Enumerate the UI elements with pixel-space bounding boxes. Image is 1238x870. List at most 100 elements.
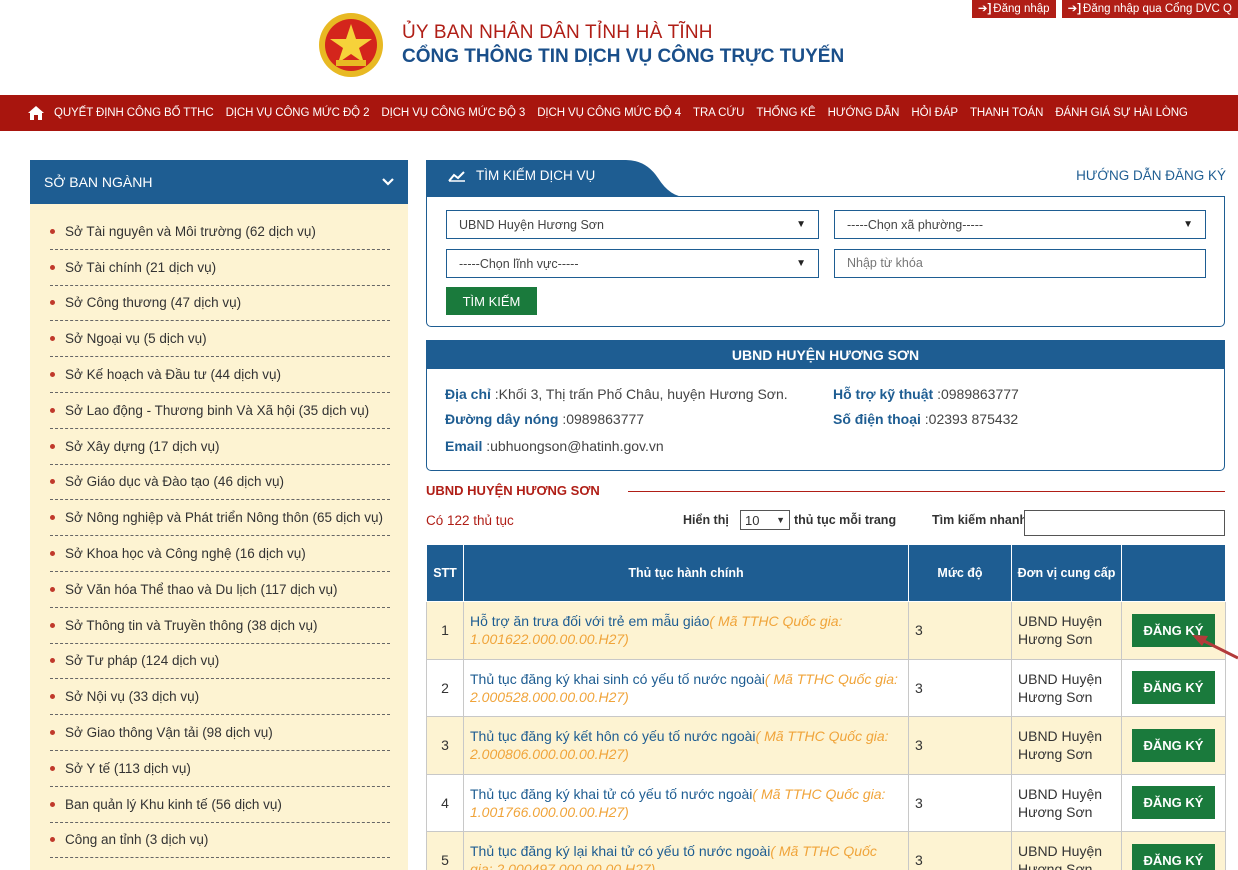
register-guide-link[interactable]: HƯỚNG DẪN ĐĂNG KÝ [1076,168,1226,183]
sidebar-item-label: Sở Kế hoạch và Đầu tư (44 dịch vụ) [65,367,281,383]
email-label: Email [445,438,483,454]
nav-item-faq[interactable]: HỎI ĐÁP [911,107,958,119]
sidebar-item-label: Sở Ngoại vụ (5 dịch vụ) [65,331,207,347]
register-button[interactable]: ĐĂNG KÝ [1131,671,1216,705]
sidebar-item[interactable]: Sở Giáo dục và Đào tạo (46 dịch vụ) [50,465,390,501]
login-portal-button[interactable]: ➔] Đăng nhập qua Cổng DVC Q [1061,0,1238,18]
sidebar-item[interactable]: Sở Nội vụ (33 dịch vụ) [50,679,390,716]
row-level: 3 [908,831,1012,870]
sidebar-item[interactable]: Sở Công thương (47 dịch vụ) [50,286,390,322]
col-name: Thủ tục hành chính [463,544,909,602]
sidebar-item[interactable]: Sở Tài nguyên và Môi trường (62 dịch vụ) [50,214,390,250]
sidebar-item[interactable]: Công an tỉnh (3 dịch vụ) [50,823,390,859]
nav-item-payment[interactable]: THANH TOÁN [970,107,1043,119]
row-procedure[interactable]: Thủ tục đăng ký khai tử có yếu tố nước n… [463,773,909,832]
sidebar-item[interactable]: Sở Tài chính (21 dịch vụ) [50,250,390,286]
sidebar-item[interactable]: Sở Văn hóa Thể thao và Du lịch (117 dịch… [50,572,390,608]
sidebar-item-label: Công an tỉnh (3 dịch vụ) [65,832,209,848]
home-icon[interactable] [28,106,44,120]
register-button[interactable]: ĐĂNG KÝ [1131,728,1216,762]
ward-select[interactable]: -----Chọn xã phường----- ▼ [834,210,1206,239]
nav-item-guide[interactable]: HƯỚNG DẪN [828,107,900,119]
sidebar-item[interactable]: Sở Tư pháp (124 dịch vụ) [50,644,390,680]
row-procedure[interactable]: Thủ tục đăng ký kết hôn có yếu tố nước n… [463,716,909,775]
sidebar-header[interactable]: SỞ BAN NGÀNH [30,160,408,204]
sidebar-item[interactable]: Sở Ngoại vụ (5 dịch vụ) [50,321,390,358]
row-unit: UBND Huyện Hương Sơn [1011,601,1122,660]
tech-support-label: Hỗ trợ kỹ thuật [833,386,934,402]
sidebar-item[interactable]: Sở Kế hoạch và Đầu tư (44 dịch vụ) [50,357,390,393]
login-button[interactable]: ➔] Đăng nhập [971,0,1056,18]
procedure-name[interactable]: Thủ tục đăng ký lại khai tử có yếu tố nư… [470,843,770,859]
nav-item-level2[interactable]: DỊCH VỤ CÔNG MỨC ĐỘ 2 [226,107,370,119]
row-stt: 4 [426,773,464,832]
bullet-icon [50,336,55,342]
procedure-name[interactable]: Thủ tục đăng ký kết hôn có yếu tố nước n… [470,728,756,744]
sidebar-item[interactable]: Sở Lao động - Thương binh Và Xã hội (35 … [50,393,390,429]
page-size-select[interactable]: 10 ▼ [740,510,790,530]
nav-item-satisfaction[interactable]: ĐÁNH GIÁ SỰ HÀI LÒNG [1055,107,1188,119]
quick-search-label: Tìm kiếm nhanh [932,513,1028,527]
sidebar-item[interactable]: Sở Xây dựng (17 dịch vụ) [50,429,390,465]
bullet-icon [50,551,55,557]
register-button[interactable]: ĐĂNG KÝ [1131,786,1216,820]
procedure-name[interactable]: Thủ tục đăng ký khai tử có yếu tố nước n… [470,786,752,802]
nav-item-statistics[interactable]: THỐNG KÊ [756,107,815,119]
procedure-name[interactable]: Thủ tục đăng ký khai sinh có yếu tố nước… [470,671,765,687]
sidebar-item[interactable]: Sở Thông tin và Truyền thông (38 dịch vụ… [50,608,390,644]
table-row: 2 Thủ tục đăng ký khai sinh có yếu tố nư… [426,658,1226,717]
nav-item-level4[interactable]: DỊCH VỤ CÔNG MỨC ĐỘ 4 [537,107,681,119]
login-portal-icon: ➔] [1067,3,1082,15]
table-row: 1 Hỗ trợ ăn trưa đối với trẻ em mẫu giáo… [426,601,1226,660]
sidebar-item[interactable]: Sở Nông nghiệp và Phát triển Nông thôn (… [50,500,390,537]
address-value: :Khối 3, Thị trấn Phố Châu, huyện Hương … [494,386,788,402]
procedure-name[interactable]: Hỗ trợ ăn trưa đối với trẻ em mẫu giáo [470,613,709,629]
bullet-icon [50,837,55,843]
results-count: Có 122 thủ tục [426,513,514,528]
sidebar-item[interactable]: Sở Giao thông Vận tải (98 dịch vụ) [50,715,390,751]
sidebar-item-label: Sở Văn hóa Thể thao và Du lịch (117 dịch… [65,581,338,597]
col-action [1121,544,1226,602]
sidebar-item[interactable]: Sở Y tế (113 dịch vụ) [50,751,390,787]
info-title: UBND HUYỆN HƯƠNG SƠN [427,341,1224,369]
quick-search-input[interactable] [1024,510,1225,536]
sidebar-item[interactable]: Sở Khoa học và Công nghệ (16 dịch vụ) [50,536,390,572]
unit-select[interactable]: UBND Huyện Hương Sơn ▼ [446,210,819,239]
bullet-icon [50,228,55,234]
sidebar-list: Sở Tài nguyên và Môi trường (62 dịch vụ)… [30,204,408,859]
bullet-icon [50,658,55,664]
row-level: 3 [908,716,1012,775]
top-login-bar: ➔] Đăng nhập ➔] Đăng nhập qua Cổng DVC Q [966,0,1238,20]
hotline-row: Đường dây nóng :0989863777 [445,411,644,427]
search-button[interactable]: TÌM KIẾM [446,287,537,315]
row-level: 3 [908,601,1012,660]
row-procedure[interactable]: Thủ tục đăng ký khai sinh có yếu tố nước… [463,658,909,717]
search-tab-label: TÌM KIẾM DỊCH VỤ [476,168,596,183]
row-procedure[interactable]: Thủ tục đăng ký lại khai tử có yếu tố nư… [463,831,909,870]
row-stt: 5 [426,831,464,870]
sidebar-title: SỞ BAN NGÀNH [44,174,153,190]
annotation-arrow-icon [1192,635,1238,660]
nav-item-lookup[interactable]: TRA CỨU [693,107,744,119]
sidebar-item[interactable]: Ban quản lý Khu kinh tế (56 dịch vụ) [50,787,390,823]
register-button[interactable]: ĐĂNG KÝ [1131,843,1216,870]
login-label: Đăng nhập [993,3,1050,15]
address-label: Địa chỉ [445,386,491,402]
results-divider [628,491,1225,492]
email-value: :ubhuongson@hatinh.gov.vn [486,438,664,454]
site-brand[interactable]: ỦY BAN NHÂN DÂN TỈNH HÀ TĨNH CỔNG THÔNG … [318,12,844,78]
nav-item-level3[interactable]: DỊCH VỤ CÔNG MỨC ĐỘ 3 [381,107,525,119]
row-procedure[interactable]: Hỗ trợ ăn trưa đối với trẻ em mẫu giáo( … [463,601,909,660]
chevron-down-icon: ▼ [776,515,785,525]
keyword-input[interactable]: Nhập từ khóa [834,249,1206,278]
row-stt: 1 [426,601,464,660]
tech-support-value: :0989863777 [937,386,1019,402]
trend-chart-icon [448,170,465,182]
nav-item-decision[interactable]: QUYẾT ĐỊNH CÔNG BỐ TTHC [54,107,214,119]
field-select[interactable]: -----Chọn lĩnh vực----- ▼ [446,249,819,278]
phone-row: Số điện thoại :02393 875432 [833,411,1018,427]
procedures-table: STT Thủ tục hành chính Mức độ Đơn vị cun… [426,544,1226,870]
bullet-icon [50,264,55,270]
bullet-icon [50,765,55,771]
brand-subtitle: CỔNG THÔNG TIN DỊCH VỤ CÔNG TRỰC TUYẾN [402,46,845,67]
